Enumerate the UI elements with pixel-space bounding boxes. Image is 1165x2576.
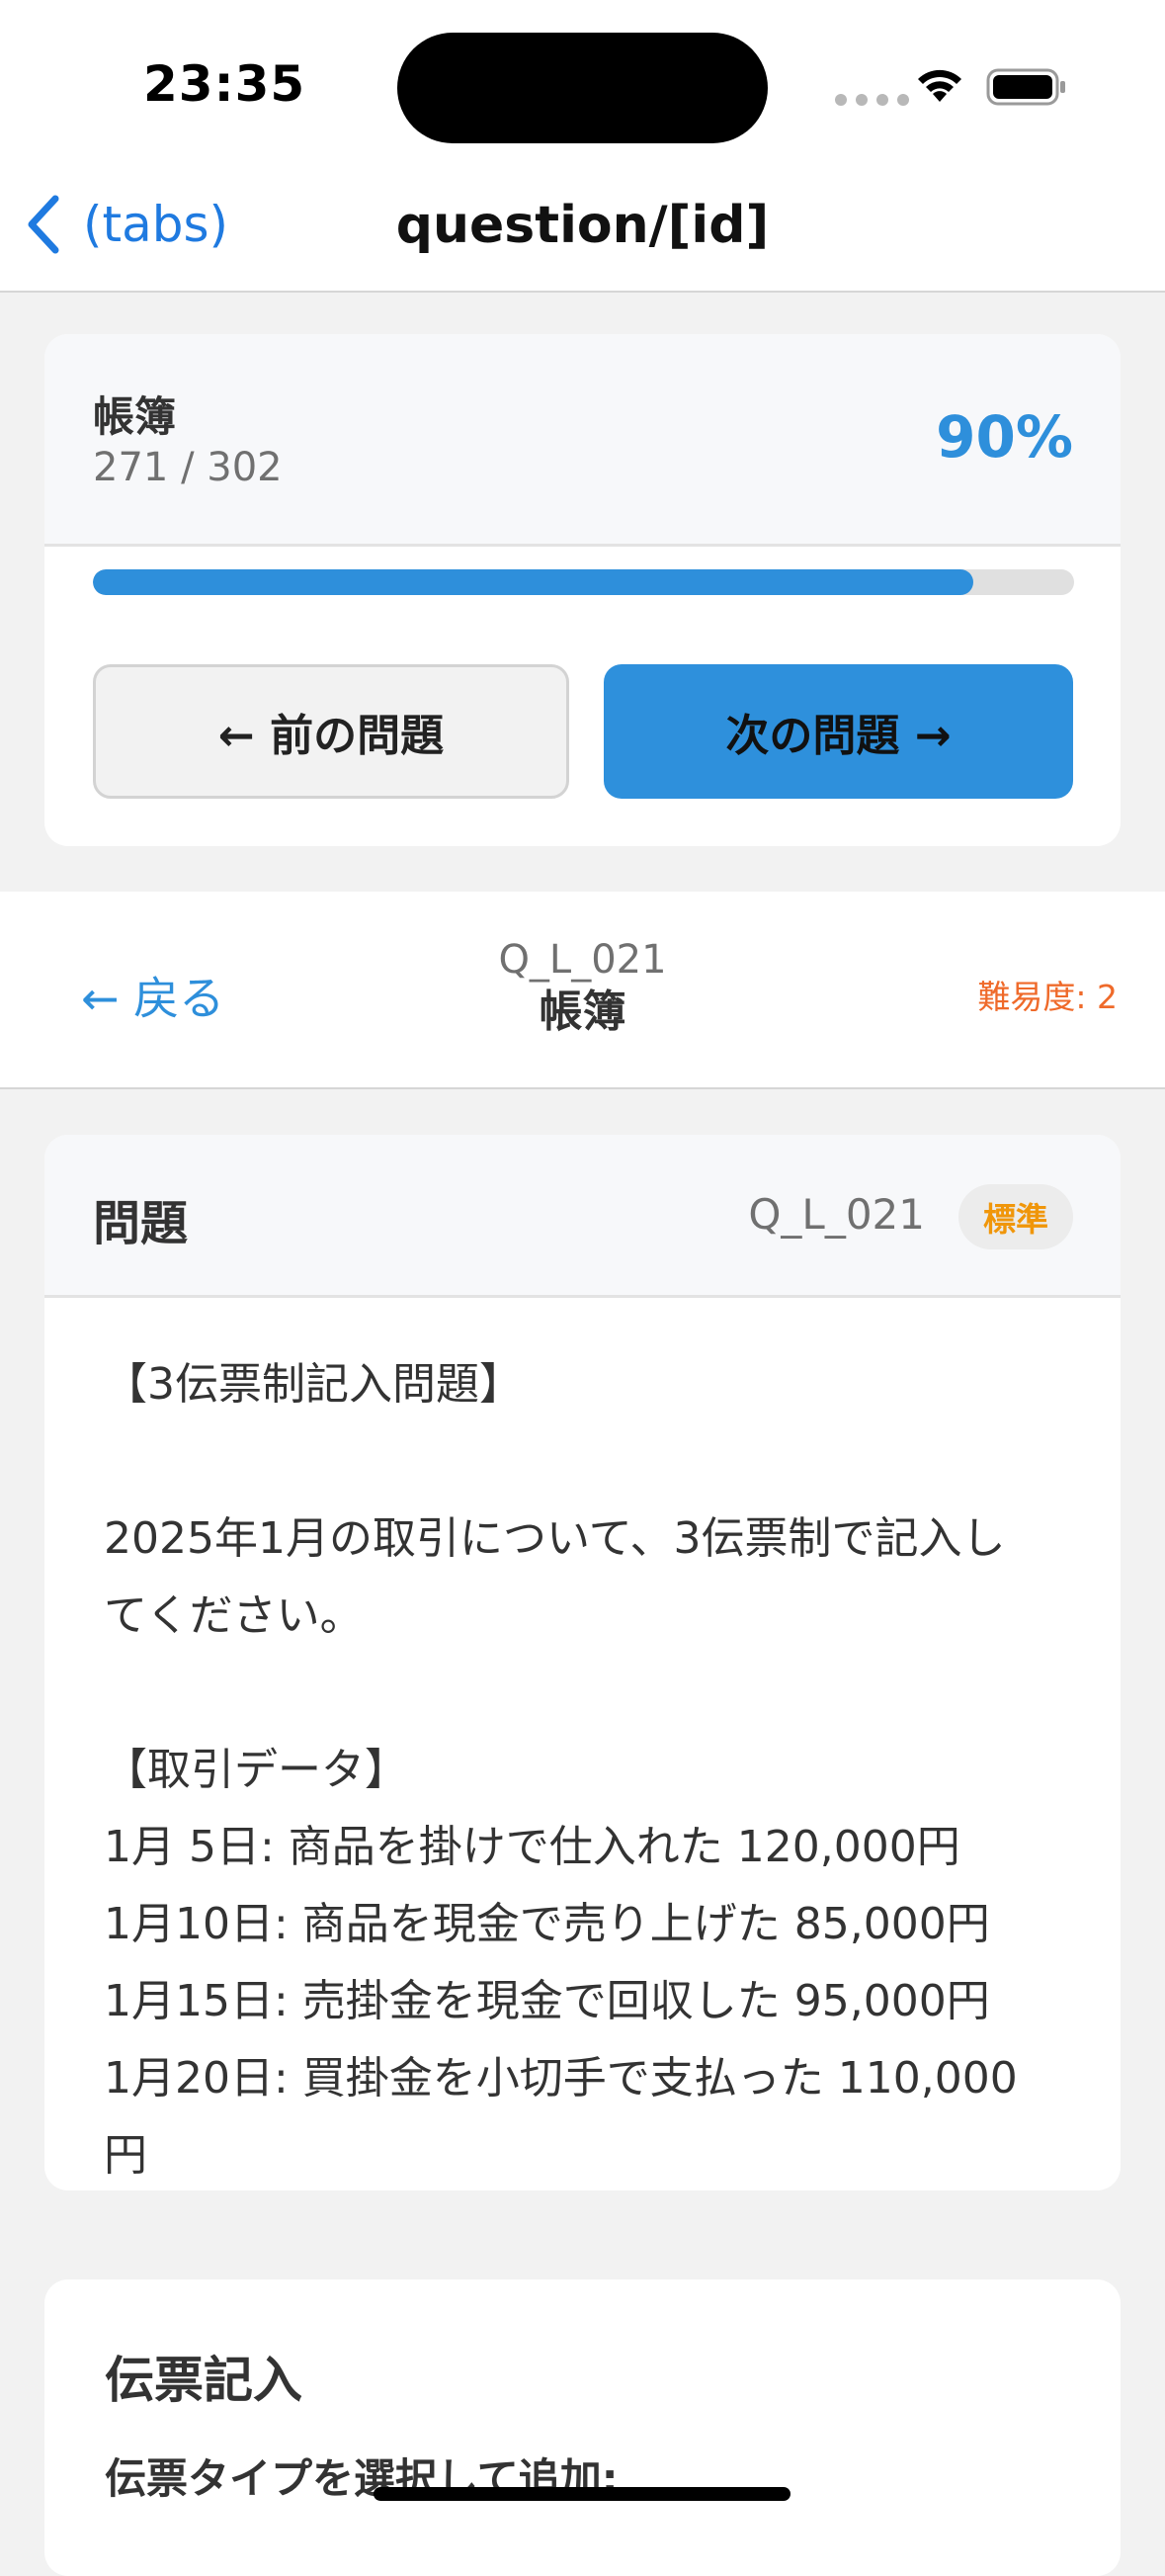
cellular-signal-icon — [835, 94, 909, 106]
progress-card-header: 帳簿 271 / 302 90% — [44, 334, 1121, 547]
problem-line: 1月 5日: 商品を掛けで仕入れた 120,000円 — [104, 1822, 960, 1872]
problem-line: 【3伝票制記入問題】 — [104, 1359, 523, 1410]
navigation-header: (tabs) question/[id] — [0, 168, 1165, 293]
problem-code: Q_L_021 — [748, 1190, 925, 1239]
problem-line: 1月10日: 商品を現金で売り上げた 85,000円 — [104, 1899, 990, 1949]
status-time: 23:35 — [143, 55, 306, 113]
progress-bar-fill — [93, 569, 973, 595]
difficulty-badge: 標準 — [958, 1184, 1073, 1249]
problem-line: 円 — [104, 2130, 147, 2181]
voucher-entry-title: 伝票記入 — [105, 2352, 302, 2409]
dynamic-island — [397, 33, 768, 143]
problem-line: てください。 — [104, 1590, 364, 1641]
page-title: question/[id] — [395, 196, 770, 255]
home-indicator[interactable] — [374, 2487, 791, 2501]
progress-bar — [93, 569, 1074, 595]
status-bar: 23:35 — [0, 0, 1165, 168]
problem-line: 1月20日: 買掛金を小切手で支払った 110,000 — [104, 2053, 1018, 2104]
question-header: ← 戻る Q_L_021 帳簿 難易度: 2 — [0, 892, 1165, 1089]
progress-category: 帳簿 — [93, 392, 177, 441]
progress-card: 帳簿 271 / 302 90% ← 前の問題 次の問題 → — [44, 334, 1121, 846]
difficulty-label: 難易度: 2 — [977, 978, 1118, 1016]
problem-card: 問題 Q_L_021 標準 【3伝票制記入問題】 2025年1月の取引について、… — [44, 1135, 1121, 2190]
problem-line — [104, 1423, 1072, 1501]
progress-percent: 90% — [936, 403, 1073, 471]
problem-line — [104, 1655, 1072, 1732]
problem-line: 【取引データ】 — [104, 1745, 408, 1795]
next-question-button[interactable]: 次の問題 → — [604, 664, 1073, 799]
wifi-icon — [918, 69, 961, 102]
problem-line: 1月15日: 売掛金を現金で回収した 95,000円 — [104, 1976, 990, 2026]
problem-card-header: 問題 Q_L_021 標準 — [44, 1135, 1121, 1298]
previous-question-button[interactable]: ← 前の問題 — [93, 664, 569, 799]
problem-title: 問題 — [93, 1196, 189, 1251]
problem-line: 2025年1月の取引について、3伝票制で記入し — [104, 1513, 1006, 1564]
voucher-entry-card: 伝票記入 伝票タイプを選択して追加: — [44, 2279, 1121, 2576]
problem-text: 【3伝票制記入問題】 2025年1月の取引について、3伝票制で記入し てください… — [104, 1346, 1072, 2190]
battery-icon — [986, 68, 1065, 106]
progress-count: 271 / 302 — [93, 445, 283, 490]
